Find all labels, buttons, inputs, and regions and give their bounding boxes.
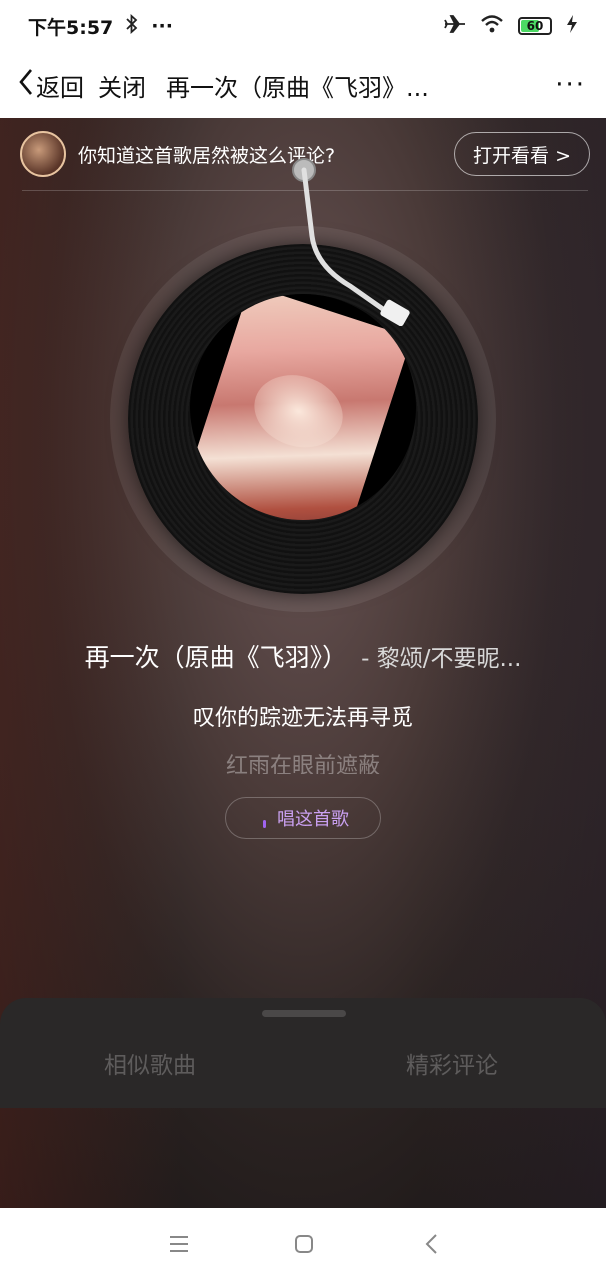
- tonearm-icon: [292, 158, 410, 326]
- close-button[interactable]: 关闭: [98, 68, 146, 103]
- battery-level: 60: [526, 19, 544, 33]
- status-bar: 下午5:57 ··· 60: [0, 0, 606, 52]
- airplane-icon: [444, 14, 466, 39]
- sing-song-label: 唱这首歌: [277, 809, 349, 830]
- bottom-sheet[interactable]: 相似歌曲 精彩评论: [0, 998, 606, 1108]
- back-button[interactable]: 返回: [0, 68, 84, 103]
- menu-icon[interactable]: [165, 1230, 193, 1258]
- system-nav-bar: [0, 1208, 606, 1280]
- album-cover: [190, 294, 416, 520]
- bluetooth-icon: [125, 13, 139, 39]
- page-title: 再一次（原曲《飞羽》...: [166, 73, 429, 102]
- song-artist: - 黎颂/不要昵...: [361, 646, 522, 672]
- microphone-icon: [257, 808, 271, 828]
- tab-comments[interactable]: 精彩评论: [406, 1046, 498, 1080]
- tab-similar-songs[interactable]: 相似歌曲: [104, 1046, 196, 1080]
- avatar: [20, 131, 66, 177]
- more-button[interactable]: ···: [555, 70, 586, 100]
- sing-song-button[interactable]: 唱这首歌: [225, 797, 381, 839]
- battery-icon: 60: [518, 17, 552, 35]
- open-look-button[interactable]: 打开看看 >: [454, 132, 590, 176]
- charging-icon: [566, 14, 578, 39]
- album-art-image: [190, 294, 412, 520]
- open-look-label: 打开看看 >: [473, 144, 571, 167]
- nav-bar: 返回 关闭 再一次（原曲《飞羽》... ···: [0, 52, 606, 118]
- sheet-handle[interactable]: [262, 1010, 346, 1017]
- back-nav-icon[interactable]: [418, 1230, 446, 1258]
- song-title: 再一次（原曲《飞羽》）: [84, 643, 348, 672]
- home-icon[interactable]: [290, 1230, 318, 1258]
- chevron-left-icon: [18, 68, 36, 102]
- lyric-current: 叹你的踪迹无法再寻觅: [192, 706, 413, 731]
- back-label: 返回: [36, 73, 84, 102]
- status-dots: ···: [151, 15, 173, 37]
- wifi-icon: [480, 14, 504, 39]
- status-time: 下午5:57: [28, 16, 114, 39]
- song-title-row: 再一次（原曲《飞羽》） - 黎颂/不要昵...: [0, 638, 606, 674]
- lyric-next: 红雨在眼前遮蔽: [225, 754, 380, 774]
